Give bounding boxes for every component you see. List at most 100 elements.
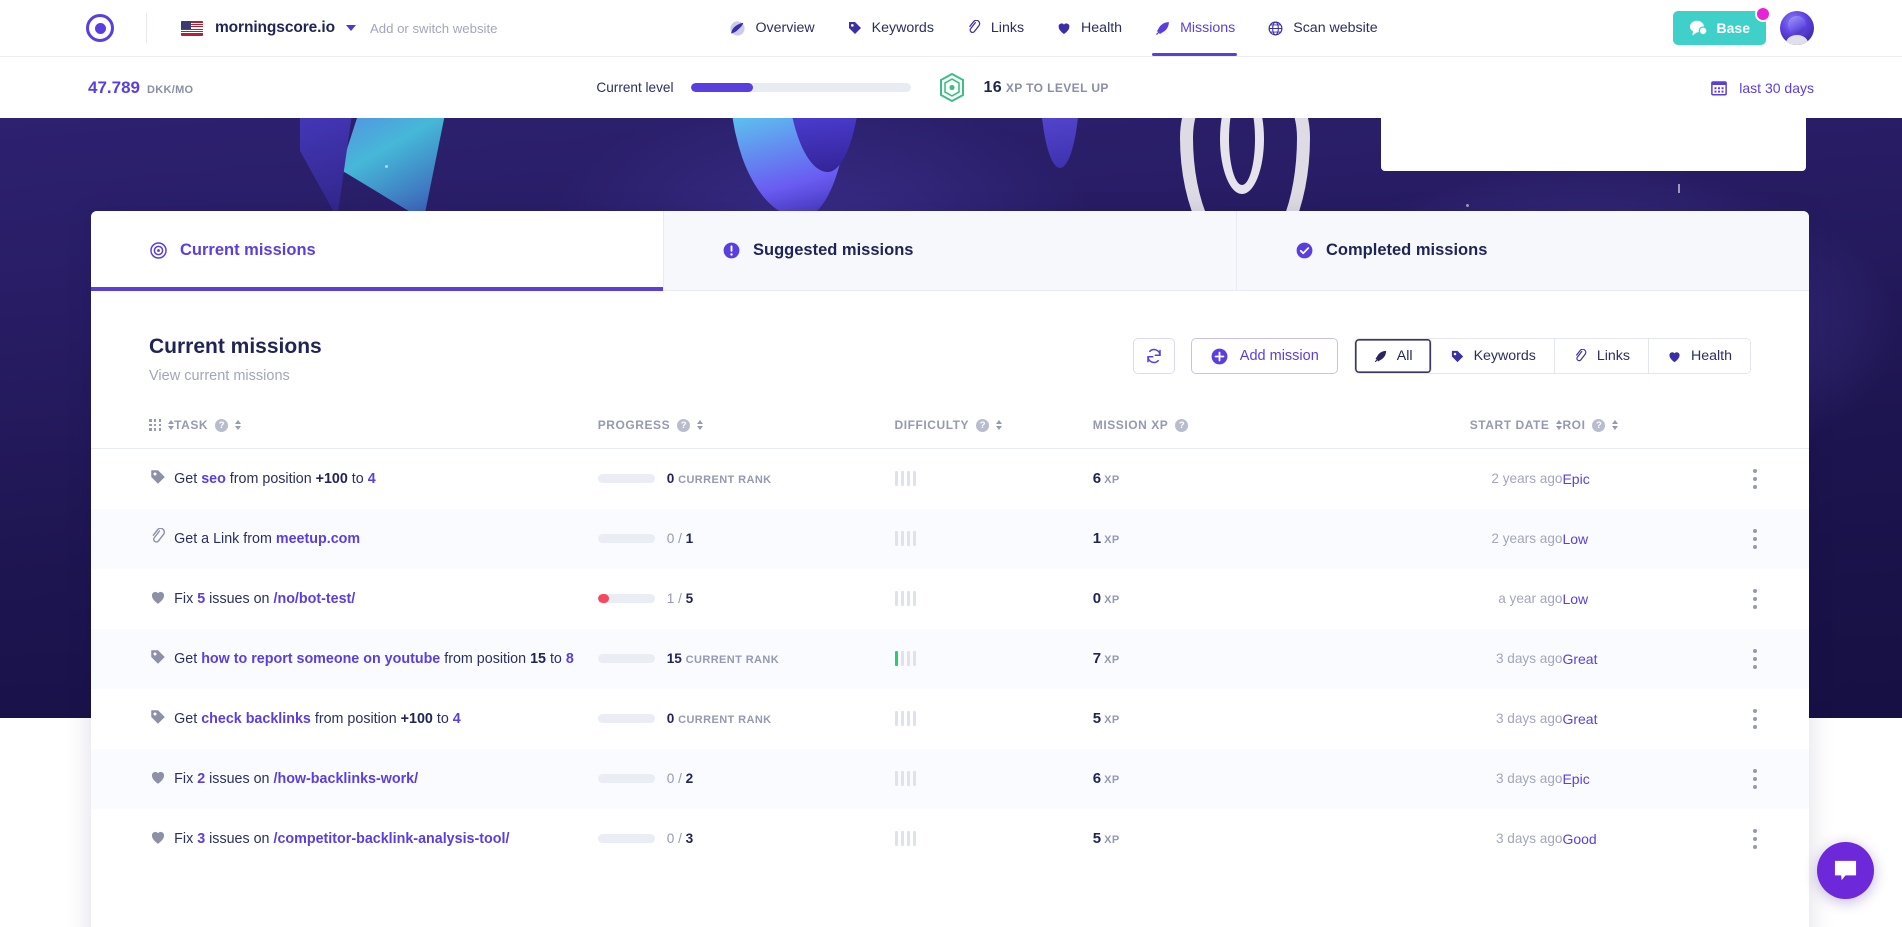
table-row[interactable]: Fix 3 issues on /competitor-backlink-ana… (91, 809, 1809, 869)
row-menu-icon[interactable] (1701, 828, 1809, 849)
nav-item-missions[interactable]: Missions (1138, 0, 1251, 56)
progress-value: 0 CURRENT RANK (666, 471, 772, 487)
row-actions-cell[interactable] (1701, 809, 1809, 869)
task-cell[interactable]: Fix 2 issues on /how-backlinks-work/ (174, 749, 598, 809)
xp-value: 0 (1092, 590, 1102, 607)
nav-item-overview[interactable]: Overview (713, 0, 830, 56)
start-date-cell: 3 days ago (1495, 771, 1563, 786)
grid-view-icon[interactable] (149, 418, 162, 432)
decorative-spark (385, 165, 388, 168)
us-flag-icon (181, 20, 203, 36)
help-icon[interactable]: ? (1175, 418, 1189, 432)
row-type-icon (91, 569, 174, 629)
table-row[interactable]: Fix 5 issues on /no/bot-test/1 / 5 0 XP a y… (91, 569, 1809, 629)
nav-item-health[interactable]: Health (1040, 0, 1138, 56)
progress-value: 15 CURRENT RANK (666, 651, 780, 666)
progress-bar (597, 474, 655, 484)
progress-cell: 0 CURRENT RANK (597, 689, 895, 749)
mission-xp-cell: 6 XP (1093, 749, 1335, 809)
refresh-button[interactable] (1132, 338, 1175, 374)
user-avatar[interactable] (1780, 11, 1814, 45)
th-icon (91, 418, 175, 449)
th-start-date: START DATE (1335, 418, 1563, 449)
heart-icon (1058, 23, 1070, 34)
help-icon[interactable]: ? (215, 418, 229, 432)
help-icon[interactable]: ? (677, 418, 691, 432)
row-menu-icon[interactable] (1701, 648, 1809, 669)
filter-keywords[interactable]: Keywords (1431, 339, 1555, 373)
chat-bubbles-icon (1689, 20, 1708, 35)
mission-xp-cell: 0 XP (1093, 569, 1335, 629)
task-text: Fix 2 issues on /how-backlinks-work/ (174, 770, 419, 787)
task-cell[interactable]: Fix 5 issues on /no/bot-test/ (174, 569, 598, 629)
brand-logo[interactable] (86, 14, 114, 42)
progress-bar (597, 654, 655, 663)
row-actions-cell[interactable] (1701, 689, 1809, 749)
tab-current-missions[interactable]: Current missions (91, 211, 664, 291)
nav-label: Links (990, 20, 1025, 36)
tab-suggested-missions[interactable]: Suggested missions (664, 211, 1237, 290)
task-cell[interactable]: Get seo from position +100 to 4 (174, 449, 598, 509)
add-mission-button[interactable]: Add mission (1190, 338, 1338, 374)
nav-item-links[interactable]: Links (950, 0, 1040, 56)
roi-cell: Low (1562, 530, 1589, 547)
spend-unit: DKK/MO (147, 83, 194, 96)
task-text: Get how to report someone on youtube fro… (174, 650, 574, 667)
chevron-down-icon[interactable] (345, 25, 356, 31)
difficulty-cell (894, 449, 1093, 509)
sort-icon[interactable] (996, 420, 1003, 430)
table-row[interactable]: Get a Link from meetup.com 0 / 1 1 XP 2 year… (91, 508, 1809, 569)
row-actions-cell[interactable] (1701, 629, 1809, 689)
xp-unit: XP (1104, 714, 1120, 726)
website-selector[interactable]: morningscore.io Add or switch website (181, 19, 497, 37)
row-menu-icon[interactable] (1701, 528, 1809, 549)
table-row[interactable]: Fix 2 issues on /how-backlinks-work/0 / … (91, 748, 1809, 809)
difficulty-meter (894, 831, 1093, 846)
sort-icon[interactable] (697, 420, 704, 430)
current-level-label: Current level (596, 80, 674, 95)
row-actions-cell[interactable] (1701, 749, 1809, 809)
level-progress-fill (691, 83, 754, 92)
add-switch-website-link[interactable]: Add or switch website (370, 21, 498, 36)
row-menu-icon[interactable] (1701, 468, 1809, 489)
row-menu-icon[interactable] (1701, 708, 1809, 729)
table-row[interactable]: Get how to report someone on youtube fro… (91, 628, 1809, 689)
help-icon[interactable]: ? (1592, 418, 1606, 432)
task-cell[interactable]: Get check backlinks from position +100 t… (174, 689, 598, 749)
task-cell[interactable]: Get how to report someone on youtube fro… (174, 629, 598, 689)
nav-item-keywords[interactable]: Keywords (831, 0, 950, 56)
progress-value: 1 / 5 (666, 591, 694, 606)
sort-icon[interactable] (1612, 420, 1619, 430)
task-text: Fix 5 issues on /no/bot-test/ (174, 590, 356, 607)
row-actions-cell[interactable] (1701, 509, 1809, 569)
xp-label: XP TO LEVEL UP (1005, 80, 1109, 95)
table-row[interactable]: Get seo from position +100 to 4 0 CURRENT… (91, 449, 1809, 509)
morningscore-logo-icon[interactable] (86, 14, 114, 42)
difficulty-cell (894, 749, 1093, 809)
spend-value: 47.789 (88, 77, 140, 97)
filter-health[interactable]: Health (1648, 339, 1750, 373)
sort-icon[interactable] (235, 420, 242, 430)
help-icon[interactable]: ? (976, 418, 990, 432)
row-type-icon (91, 449, 174, 509)
row-menu-icon[interactable] (1701, 768, 1809, 789)
xp-unit: XP (1104, 834, 1120, 846)
filter-label: All (1396, 348, 1413, 364)
row-actions-cell[interactable] (1701, 449, 1809, 509)
th-actions (1700, 418, 1809, 449)
row-actions-cell[interactable] (1701, 569, 1809, 629)
xp-unit: XP (1104, 534, 1120, 546)
filter-all[interactable]: All (1354, 339, 1432, 373)
filter-links[interactable]: Links (1554, 339, 1649, 373)
tab-completed-missions[interactable]: Completed missions (1237, 211, 1809, 290)
task-cell[interactable]: Fix 3 issues on /competitor-backlink-ana… (174, 809, 598, 869)
base-chat-button[interactable]: Base (1672, 6, 1771, 45)
table-row[interactable]: Get check backlinks from position +100 t… (91, 689, 1809, 749)
row-menu-icon[interactable] (1701, 588, 1809, 609)
date-range-picker[interactable]: last 30 days (1710, 79, 1814, 97)
chat-widget-button[interactable] (1817, 842, 1874, 899)
nav-item-scan-website[interactable]: Scan website (1251, 0, 1393, 56)
nav-label: Overview (755, 20, 815, 36)
task-cell[interactable]: Get a Link from meetup.com (174, 509, 598, 569)
progress-cell: 15 CURRENT RANK (597, 629, 895, 689)
